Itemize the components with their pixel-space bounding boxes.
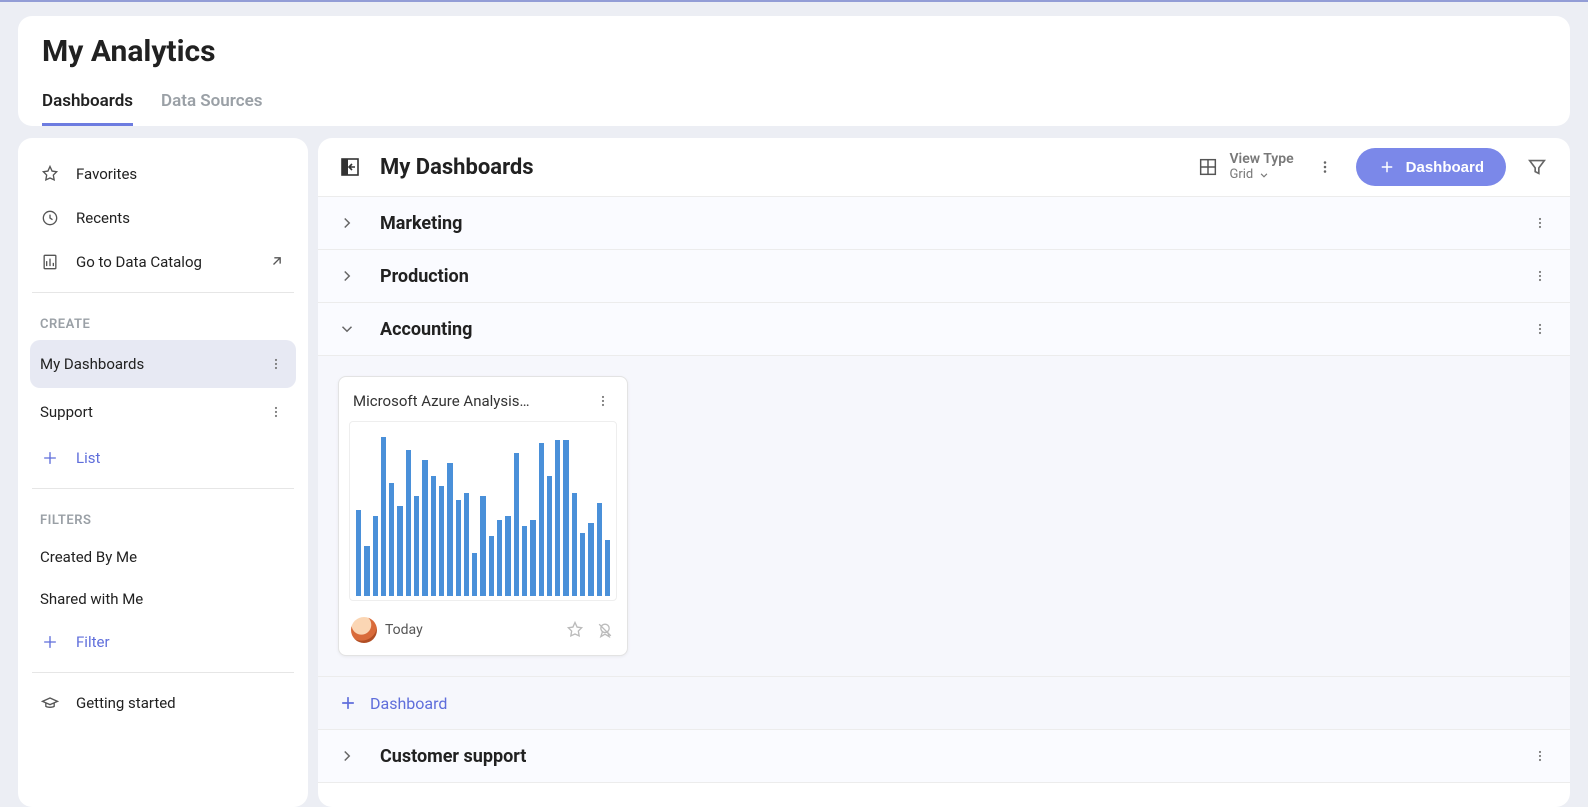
chevron-down-icon <box>338 320 356 338</box>
sidebar-label: List <box>76 449 100 467</box>
sidebar-filter-created-by-me[interactable]: Created By Me <box>30 536 296 578</box>
kebab-icon[interactable] <box>266 352 286 376</box>
filter-button[interactable] <box>1524 154 1550 180</box>
folder-name: Marketing <box>380 213 462 234</box>
sidebar-filter-shared-with-me[interactable]: Shared with Me <box>30 578 296 620</box>
kebab-icon[interactable] <box>1530 211 1550 235</box>
chevron-down-icon <box>1257 168 1271 182</box>
sidebar-label: Favorites <box>76 165 137 183</box>
tab-data-sources[interactable]: Data Sources <box>161 91 262 126</box>
sidebar-label: Recents <box>76 209 130 227</box>
graduation-cap-icon <box>40 693 60 713</box>
new-dashboard-button[interactable]: Dashboard <box>1356 148 1506 186</box>
card-time: Today <box>385 622 423 638</box>
main-panel: My Dashboards View Type Grid <box>318 138 1570 807</box>
folder-row-marketing[interactable]: Marketing <box>318 197 1570 250</box>
section-filters-label: FILTERS <box>30 497 296 536</box>
folder-name: Customer support <box>380 746 526 767</box>
plus-icon <box>338 693 358 713</box>
sidebar-label: Filter <box>76 633 110 651</box>
sidebar-item-favorites[interactable]: Favorites <box>30 152 296 196</box>
sidebar-item-recents[interactable]: Recents <box>30 196 296 240</box>
folder-name: Production <box>380 266 469 287</box>
divider <box>32 292 294 293</box>
plus-icon <box>40 632 60 652</box>
add-dashboard-label: Dashboard <box>370 694 447 713</box>
sidebar-label: Go to Data Catalog <box>76 253 202 271</box>
divider <box>32 488 294 489</box>
sidebar-getting-started[interactable]: Getting started <box>30 681 296 725</box>
kebab-icon[interactable] <box>1530 744 1550 768</box>
external-link-icon <box>266 252 286 272</box>
sidebar-label: Getting started <box>76 694 176 712</box>
sidebar-item-data-catalog[interactable]: Go to Data Catalog <box>30 240 296 284</box>
folder-row-customer-support[interactable]: Customer support <box>318 730 1570 783</box>
folder-row-accounting[interactable]: Accounting <box>318 303 1570 356</box>
folder-content-accounting: Microsoft Azure Analysis… Today <box>318 356 1570 677</box>
page-title: My Analytics <box>42 34 1546 69</box>
card-title: Microsoft Azure Analysis… <box>353 392 530 410</box>
avatar <box>351 617 377 643</box>
new-dashboard-label: Dashboard <box>1406 159 1484 176</box>
star-outline-icon[interactable] <box>565 620 585 640</box>
funnel-icon <box>1526 156 1548 178</box>
grid-icon <box>1197 156 1219 178</box>
kebab-icon[interactable] <box>1530 264 1550 288</box>
header-tabs: Dashboards Data Sources <box>42 91 1546 126</box>
main-toolbar: My Dashboards View Type Grid <box>318 138 1570 197</box>
divider <box>32 672 294 673</box>
kebab-icon[interactable] <box>593 389 613 413</box>
sidebar-item-support[interactable]: Support <box>30 388 296 436</box>
add-dashboard-row[interactable]: Dashboard <box>318 677 1570 730</box>
sidebar-add-filter[interactable]: Filter <box>30 620 296 664</box>
main-title: My Dashboards <box>380 155 534 180</box>
catalog-icon <box>40 252 60 272</box>
sidebar-label: Created By Me <box>40 548 137 566</box>
badge-off-icon[interactable] <box>595 620 615 640</box>
folder-row-production[interactable]: Production <box>318 250 1570 303</box>
card-chart <box>349 421 617 601</box>
tab-dashboards[interactable]: Dashboards <box>42 91 133 126</box>
kebab-icon[interactable] <box>266 400 286 424</box>
chevron-right-icon <box>338 267 356 285</box>
view-type-selector[interactable]: View Type Grid <box>1197 152 1293 182</box>
sidebar-label: My Dashboards <box>40 355 144 373</box>
dashboard-card[interactable]: Microsoft Azure Analysis… Today <box>338 376 628 656</box>
sidebar: Favorites Recents Go to Data Catalog CRE… <box>18 138 308 807</box>
sidebar-label: Shared with Me <box>40 590 143 608</box>
viewtype-label: View Type <box>1229 152 1293 167</box>
chevron-right-icon <box>338 214 356 232</box>
header-card: My Analytics Dashboards Data Sources <box>18 16 1570 126</box>
folder-name: Accounting <box>380 319 472 340</box>
chevron-right-icon <box>338 747 356 765</box>
panel-collapse-icon[interactable] <box>338 155 362 179</box>
clock-icon <box>40 208 60 228</box>
viewtype-value: Grid <box>1229 167 1253 182</box>
sidebar-add-list[interactable]: List <box>30 436 296 480</box>
plus-icon <box>1378 158 1396 176</box>
section-create-label: CREATE <box>30 301 296 340</box>
plus-icon <box>40 448 60 468</box>
kebab-icon[interactable] <box>1530 317 1550 341</box>
sidebar-item-my-dashboards[interactable]: My Dashboards <box>30 340 296 388</box>
toolbar-more-button[interactable] <box>1312 154 1338 180</box>
star-icon <box>40 164 60 184</box>
sidebar-label: Support <box>40 403 93 421</box>
